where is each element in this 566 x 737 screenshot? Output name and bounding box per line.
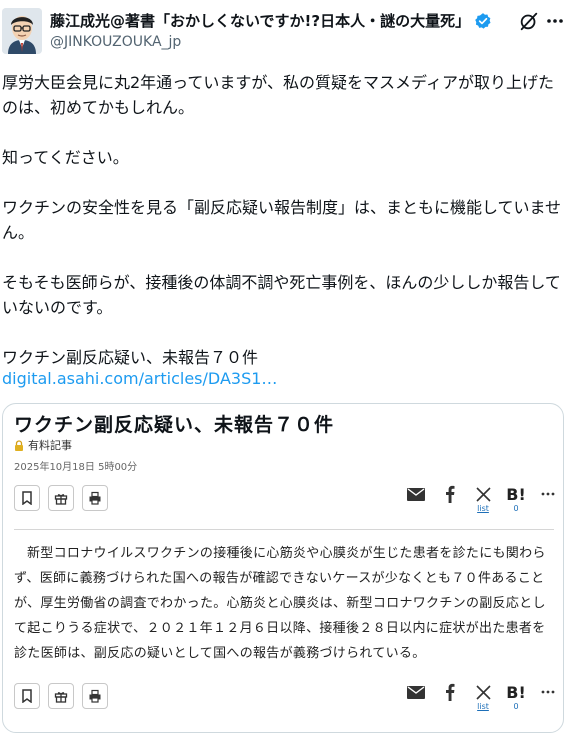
bookmark-icon: [22, 491, 32, 505]
author-name[interactable]: 藤江成光@著書「おかしくないですか!?日本人・謎の大量死」: [50, 10, 492, 31]
x-icon: [475, 684, 491, 700]
gift-icon: [54, 494, 68, 505]
author-name-text[interactable]: 藤江成光@著書「おかしくないですか!?日本人・謎の大量死」: [50, 10, 470, 31]
gift-icon: [54, 692, 68, 703]
author-handle[interactable]: @JINKOUZOUKA_jp: [50, 34, 181, 50]
paid-label-text: 有料記事: [28, 439, 72, 452]
article-date: 2025年10月18日 5時00分: [14, 462, 138, 473]
share-facebook-button[interactable]: [438, 681, 462, 711]
x-share-sub[interactable]: list: [471, 703, 495, 711]
ellipsis-icon: [541, 492, 555, 496]
article-body: 新型コロナウイルスワクチンの接種後に心筋炎や心膜炎が生じた患者を診たにも関わらず…: [14, 546, 546, 661]
share-mail-button[interactable]: [404, 483, 428, 513]
article-toolbar-top: list B! 0: [14, 483, 555, 513]
hatena-bookmark-icon: B!: [506, 484, 526, 504]
share-mail-button[interactable]: [404, 681, 428, 711]
tweet-paragraph: ワクチン副反応疑い、未報告７０件: [2, 348, 259, 367]
gift-button[interactable]: [48, 485, 74, 511]
print-button[interactable]: [82, 485, 108, 511]
article-divider: [14, 529, 554, 530]
article-link[interactable]: digital.asahi.com/articles/DA3S1…: [2, 369, 277, 388]
article-toolbar-bottom: list B! 0: [14, 681, 555, 711]
share-x-button[interactable]: list: [471, 483, 495, 513]
share-hatena-button[interactable]: B! 0: [504, 681, 528, 711]
share-more-button[interactable]: [536, 681, 560, 711]
gift-button[interactable]: [48, 683, 74, 709]
article-title: ワクチン副反応疑い、未報告７０件: [14, 414, 335, 436]
hatena-count: 0: [513, 504, 519, 513]
tweet-paragraph: 知ってください。: [2, 148, 129, 167]
more-icon[interactable]: [546, 10, 564, 32]
hatena-bookmark-icon: B!: [506, 682, 526, 702]
tweet-header: 藤江成光@著書「おかしくないですか!?日本人・謎の大量死」 @JINKOUZOU…: [0, 0, 566, 62]
bookmark-icon: [22, 689, 32, 703]
x-icon: [475, 486, 491, 502]
hatena-count: 0: [513, 702, 519, 711]
ellipsis-icon: [541, 690, 555, 694]
grok-icon[interactable]: [518, 10, 540, 32]
share-x-button[interactable]: list: [471, 681, 495, 711]
verified-badge-icon[interactable]: [474, 12, 492, 30]
share-facebook-button[interactable]: [438, 483, 462, 513]
x-share-sub[interactable]: list: [471, 505, 495, 513]
facebook-icon: [446, 485, 455, 503]
share-hatena-button[interactable]: B! 0: [504, 483, 528, 513]
tweet-text: 厚労大臣会見に丸2年通っていますが、私の質疑をマスメディアが取り上げたのは、初め…: [2, 70, 562, 370]
tweet-paragraph: ワクチンの安全性を見る「副反応疑い報告制度」は、まともに機能していません。: [2, 198, 562, 242]
lock-icon: [15, 439, 23, 451]
paid-article-label: 有料記事: [14, 437, 72, 453]
tweet-paragraph: そもそも医師らが、接種後の体調不調や死亡事例を、ほんの少ししか報告していないので…: [2, 273, 561, 317]
bookmark-button[interactable]: [14, 485, 40, 511]
avatar[interactable]: [2, 8, 42, 54]
mail-icon: [407, 685, 425, 699]
facebook-icon: [446, 683, 455, 701]
tweet-paragraph: 厚労大臣会見に丸2年通っていますが、私の質疑をマスメディアが取り上げたのは、初め…: [2, 73, 554, 117]
print-button[interactable]: [82, 683, 108, 709]
article-image[interactable]: ワクチン副反応疑い、未報告７０件 有料記事 2025年10月18日 5時00分 …: [2, 403, 564, 733]
mail-icon: [407, 487, 425, 501]
print-icon: [89, 491, 101, 505]
bookmark-button[interactable]: [14, 683, 40, 709]
print-icon: [89, 689, 101, 703]
share-more-button[interactable]: [536, 483, 560, 513]
